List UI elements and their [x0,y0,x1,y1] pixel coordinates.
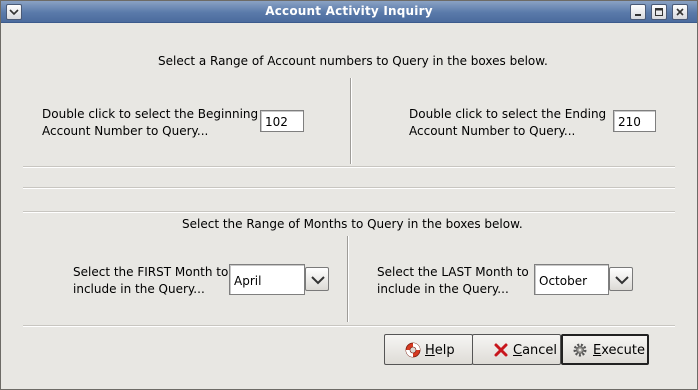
help-button[interactable]: Help [384,334,473,365]
close-button[interactable] [672,4,688,20]
first-month-label: Select the FIRST Month to include in the… [73,265,229,296]
execute-button[interactable]: Execute [561,334,649,365]
separator-1 [23,166,675,168]
close-icon [676,8,684,16]
lifebuoy-icon [405,342,421,358]
execute-label: Execute [593,343,645,358]
chevron-down-icon [311,276,325,285]
last-month-select[interactable]: October [534,264,609,295]
maximize-button[interactable] [651,4,667,20]
minimize-icon [635,14,641,16]
maximize-icon [655,8,663,16]
red-x-icon [494,343,508,357]
months-heading: Select the Range of Months to Query in t… [182,217,523,231]
last-month-label: Select the LAST Month to include in the … [377,265,529,296]
gear-icon [573,343,587,357]
title-bar[interactable]: Account Activity Inquiry [1,1,697,23]
first-month-select[interactable]: April [229,264,305,295]
months-divider [347,236,349,322]
account-divider [350,78,352,164]
separator-2 [23,187,675,189]
accounts-heading: Select a Range of Account numbers to Que… [158,54,548,68]
cancel-label: Cancel [513,343,558,358]
begin-account-label: Double click to select the Beginning Acc… [42,107,259,138]
last-month-dropdown-button[interactable] [609,267,633,291]
first-month-dropdown-button[interactable] [305,267,329,291]
help-label: Help [425,343,455,358]
chevron-down-icon [615,276,629,285]
end-account-field[interactable]: 210 [613,110,656,132]
end-account-label: Double click to select the Ending Accoun… [409,107,607,138]
account-activity-window: Account Activity Inquiry Select a Range … [0,0,698,390]
separator-4 [23,325,675,327]
separator-3 [23,211,675,213]
minimize-button[interactable] [630,4,646,20]
window-title: Account Activity Inquiry [265,4,433,18]
cancel-button[interactable]: Cancel [472,334,561,365]
begin-account-field[interactable]: 102 [260,110,304,132]
